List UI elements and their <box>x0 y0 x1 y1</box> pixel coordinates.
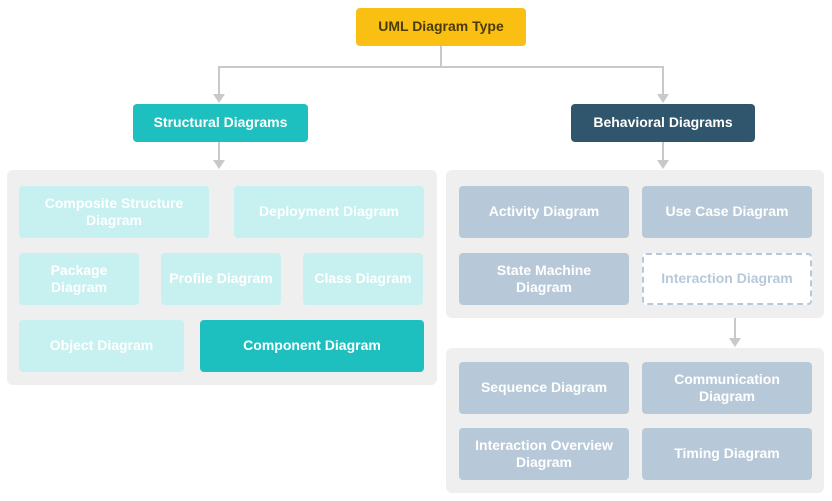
category-structural-label: Structural Diagrams <box>154 114 288 132</box>
leaf-sequence: Sequence Diagram <box>459 362 629 414</box>
leaf-interaction-overview: Interaction Overview Diagram <box>459 428 629 480</box>
leaf-label: Activity Diagram <box>489 203 599 221</box>
category-behavioral-label: Behavioral Diagrams <box>593 114 732 132</box>
leaf-communication: Communication Diagram <box>642 362 812 414</box>
leaf-label: Component Diagram <box>243 337 381 355</box>
leaf-composite-structure: Composite Structure Diagram <box>19 186 209 238</box>
leaf-component: Component Diagram <box>200 320 424 372</box>
leaf-label: Timing Diagram <box>674 445 780 463</box>
leaf-label: Interaction Diagram <box>661 270 792 288</box>
leaf-profile: Profile Diagram <box>161 253 281 305</box>
leaf-label: Package Diagram <box>27 262 131 297</box>
leaf-object: Object Diagram <box>19 320 184 372</box>
root-node: UML Diagram Type <box>356 8 526 46</box>
leaf-label: Sequence Diagram <box>481 379 607 397</box>
leaf-label: Use Case Diagram <box>666 203 789 221</box>
leaf-class: Class Diagram <box>303 253 423 305</box>
leaf-label: Object Diagram <box>50 337 153 355</box>
leaf-label: Composite Structure Diagram <box>27 195 201 230</box>
leaf-package: Package Diagram <box>19 253 139 305</box>
leaf-deployment: Deployment Diagram <box>234 186 424 238</box>
leaf-label: Deployment Diagram <box>259 203 399 221</box>
leaf-interaction: Interaction Diagram <box>642 253 812 305</box>
leaf-statemachine: State Machine Diagram <box>459 253 629 305</box>
leaf-label: Interaction Overview Diagram <box>467 437 621 472</box>
leaf-label: State Machine Diagram <box>467 262 621 297</box>
leaf-activity: Activity Diagram <box>459 186 629 238</box>
category-structural: Structural Diagrams <box>133 104 308 142</box>
leaf-usecase: Use Case Diagram <box>642 186 812 238</box>
leaf-label: Class Diagram <box>314 270 411 288</box>
leaf-label: Profile Diagram <box>169 270 272 288</box>
leaf-label: Communication Diagram <box>650 371 804 406</box>
root-label: UML Diagram Type <box>378 18 504 36</box>
category-behavioral: Behavioral Diagrams <box>571 104 755 142</box>
leaf-timing: Timing Diagram <box>642 428 812 480</box>
